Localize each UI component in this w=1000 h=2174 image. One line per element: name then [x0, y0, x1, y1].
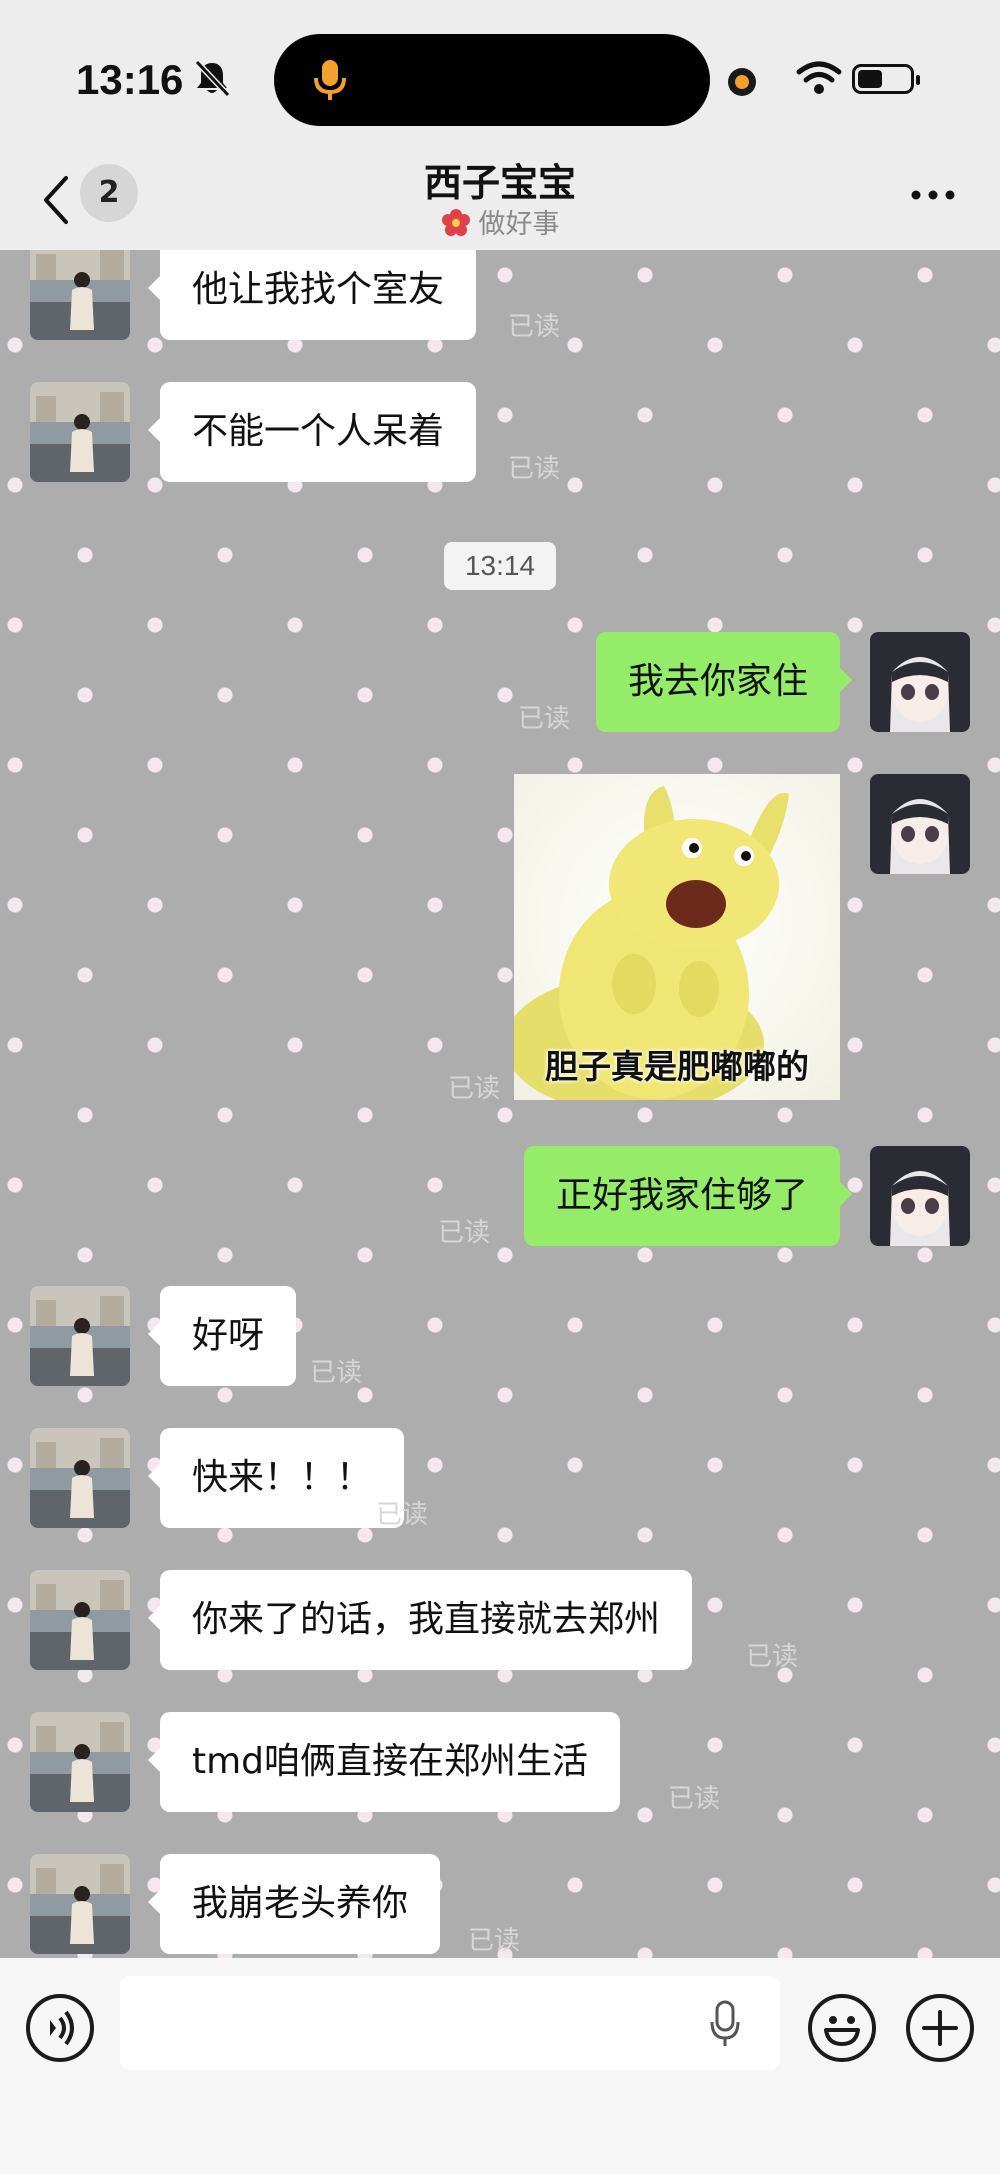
- read-receipt: 已读: [438, 1218, 491, 1248]
- read-receipt: 已读: [468, 1926, 521, 1956]
- read-receipt: 已读: [376, 1500, 429, 1530]
- read-receipt: 已读: [508, 454, 561, 484]
- chat-title[interactable]: 西子宝宝: [0, 152, 1000, 207]
- microphone-icon[interactable]: [708, 2000, 742, 2048]
- battery-icon: [852, 64, 920, 94]
- voice-mode-icon: [50, 2010, 74, 2046]
- more-actions-button[interactable]: [906, 1994, 974, 2062]
- my-avatar[interactable]: [870, 632, 970, 732]
- bell-muted-icon: [194, 59, 231, 98]
- chat-message-list[interactable]: 他让我找个室友 已读 不能一个人呆着 已读 13:14 我去你家住 已读 胆子真…: [0, 250, 1000, 1958]
- friend-avatar[interactable]: [30, 250, 130, 340]
- chat-header: 2 西子宝宝 做好事: [0, 150, 1000, 250]
- message-bubble[interactable]: 正好我家住够了: [523, 1146, 853, 1246]
- friend-avatar[interactable]: [30, 1854, 130, 1954]
- sticker-message[interactable]: 胆子真是肥嘟嘟的: [514, 774, 840, 1100]
- voice-mode-button[interactable]: [26, 1994, 94, 2062]
- message-bubble[interactable]: 你来了的话，我直接就去郑州: [147, 1570, 693, 1670]
- plus-icon: [922, 2010, 958, 2046]
- read-receipt: 已读: [518, 704, 571, 734]
- friend-avatar[interactable]: [30, 1428, 130, 1528]
- chat-subtitle: 做好事: [0, 202, 1000, 241]
- message-bubble[interactable]: 好呀: [147, 1286, 297, 1386]
- read-receipt: 已读: [310, 1358, 363, 1388]
- message-bubble[interactable]: tmd咱俩直接在郑州生活: [147, 1712, 621, 1812]
- status-bar: 13:16: [0, 0, 1000, 160]
- read-receipt: 已读: [448, 1074, 501, 1104]
- message-text-field[interactable]: [120, 1976, 780, 2070]
- recording-indicator: [728, 68, 756, 96]
- emoji-button[interactable]: [808, 1994, 876, 2062]
- read-receipt: 已读: [746, 1642, 799, 1672]
- read-receipt: 已读: [668, 1784, 721, 1814]
- status-text: 做好事: [478, 209, 560, 240]
- emoji-icon: [824, 2016, 860, 2046]
- read-receipt: 已读: [508, 312, 561, 342]
- time-divider: 13:14: [444, 542, 556, 590]
- more-options-icon[interactable]: [910, 188, 956, 202]
- flower-status-icon: [441, 209, 470, 236]
- wifi-icon: [796, 61, 842, 94]
- dynamic-island: [274, 34, 710, 126]
- my-avatar[interactable]: [870, 1146, 970, 1246]
- message-input-bar: [0, 1958, 1000, 2174]
- message-bubble[interactable]: 不能一个人呆着: [147, 382, 477, 482]
- my-avatar[interactable]: [870, 774, 970, 874]
- message-bubble[interactable]: 快来！！！: [147, 1428, 405, 1528]
- message-bubble[interactable]: 他让我找个室友: [147, 250, 477, 340]
- friend-avatar[interactable]: [30, 1570, 130, 1670]
- friend-avatar[interactable]: [30, 382, 130, 482]
- message-bubble[interactable]: 我崩老头养你: [147, 1854, 441, 1954]
- message-bubble[interactable]: 我去你家住: [595, 632, 853, 732]
- status-time: 13:16: [76, 56, 184, 103]
- friend-avatar[interactable]: [30, 1286, 130, 1386]
- friend-avatar[interactable]: [30, 1712, 130, 1812]
- microphone-active-icon: [314, 60, 346, 100]
- sticker-caption: 胆子真是肥嘟嘟的: [545, 1047, 809, 1086]
